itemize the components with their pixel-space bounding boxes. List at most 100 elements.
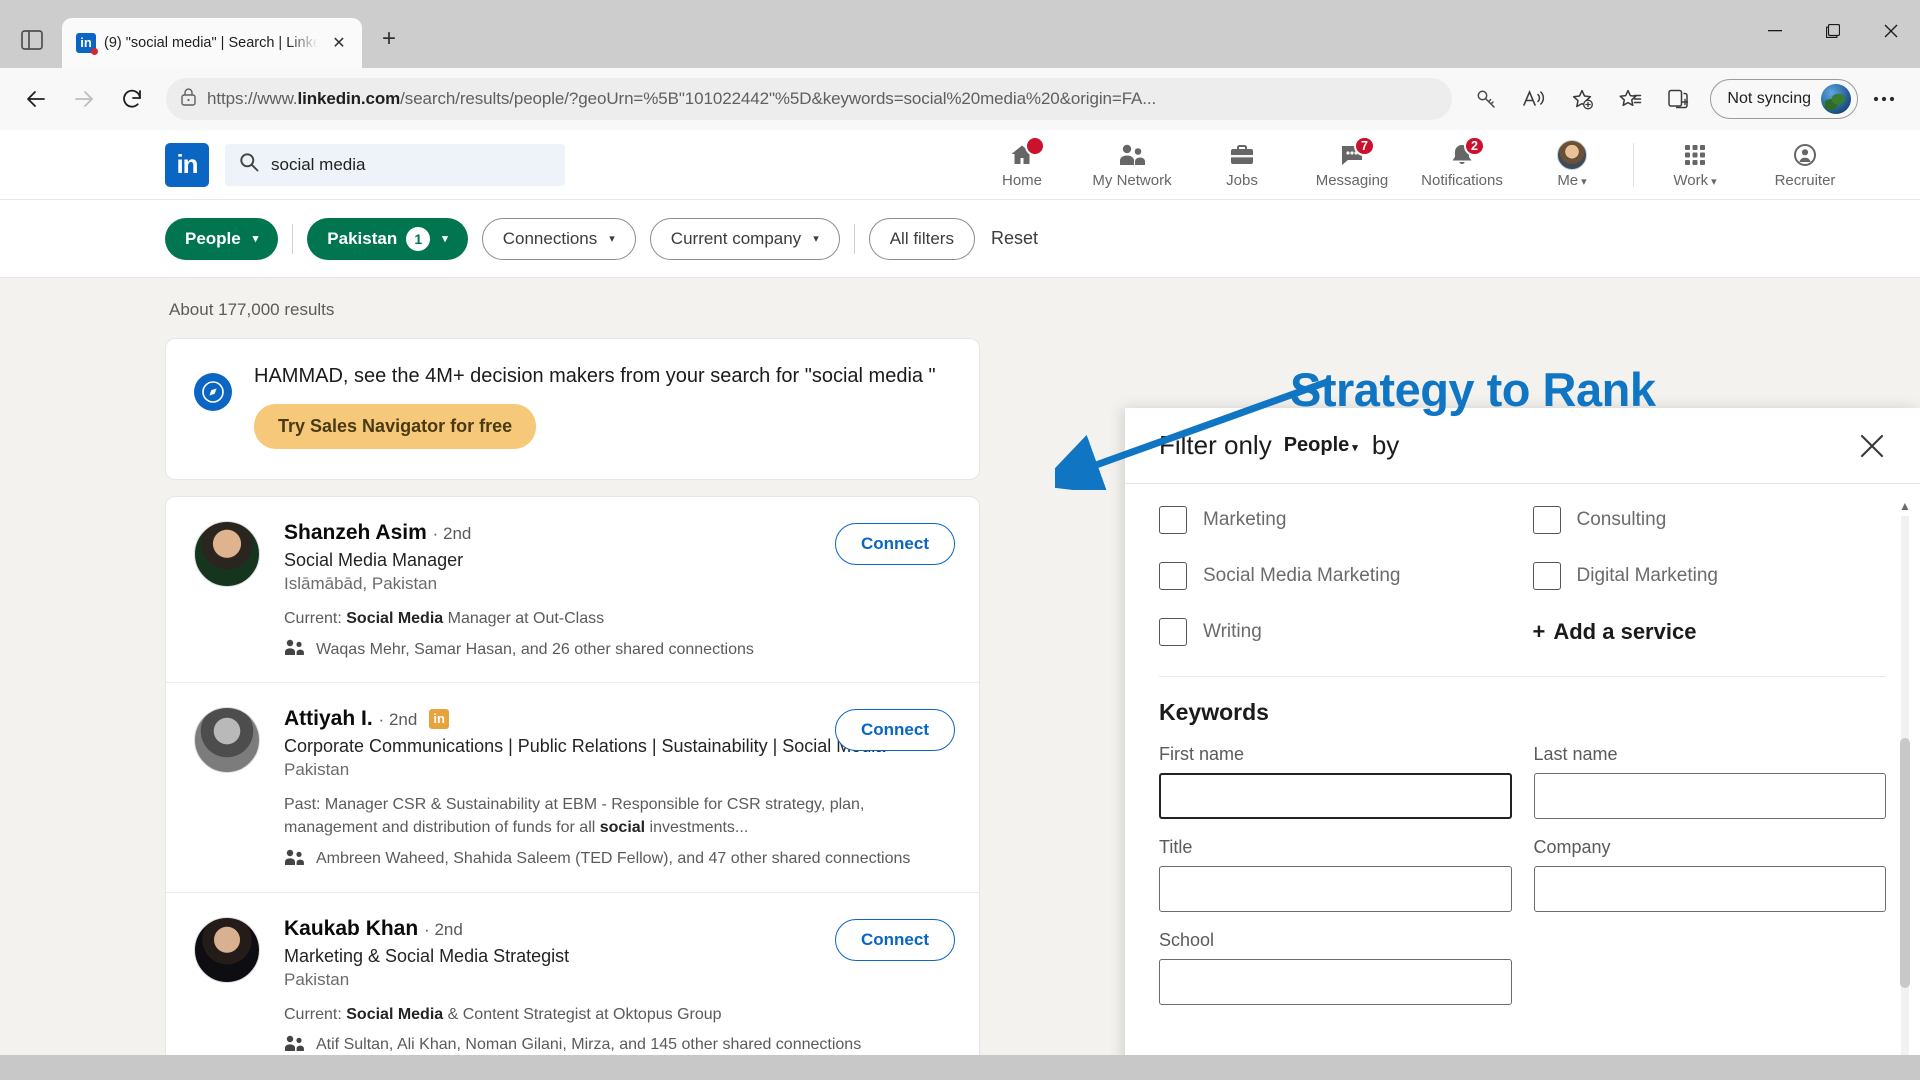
- checkbox-marketing[interactable]: Marketing: [1159, 506, 1513, 534]
- checkbox-digital-marketing[interactable]: Digital Marketing: [1532, 562, 1887, 590]
- title-input[interactable]: [1159, 866, 1512, 912]
- browser-tab[interactable]: in (9) "social media" | Search | Linke ✕: [62, 18, 362, 68]
- maximize-button[interactable]: [1804, 0, 1862, 62]
- avatar[interactable]: [194, 707, 260, 774]
- add-service-label: Add a service: [1553, 619, 1697, 644]
- linkedin-global-nav: in Home: [0, 130, 1920, 200]
- filter-pill-current-company[interactable]: Current company ▾: [649, 217, 840, 260]
- nav-item-recruiter[interactable]: Recruiter: [1750, 130, 1860, 200]
- checkbox-consulting[interactable]: Consulting: [1532, 506, 1887, 534]
- connect-button[interactable]: Connect: [835, 709, 955, 752]
- new-tab-button[interactable]: +: [372, 22, 406, 56]
- search-input[interactable]: [271, 154, 551, 175]
- nav-item-me[interactable]: Me ▾: [1517, 130, 1627, 200]
- nav-label: My Network: [1092, 171, 1172, 189]
- checkbox-social-media-marketing[interactable]: Social Media Marketing: [1159, 562, 1513, 590]
- chevron-down-icon: ▾: [1352, 442, 1358, 454]
- avatar[interactable]: [194, 521, 260, 587]
- key-icon[interactable]: [1464, 77, 1508, 121]
- nav-label: Work ▾: [1673, 171, 1717, 189]
- scrollbar-thumb[interactable]: [1900, 738, 1910, 988]
- add-favorite-icon[interactable]: [1560, 77, 1604, 121]
- reset-filters-link[interactable]: Reset: [991, 228, 1038, 249]
- shared-connections: Waqas Mehr, Samar Hasan, and 26 other sh…: [284, 639, 951, 660]
- tab-title: (9) "social media" | Search | Linke: [104, 35, 318, 51]
- chevron-down-icon: ▾: [1711, 175, 1717, 188]
- profile-sync-button[interactable]: Not syncing: [1710, 79, 1858, 119]
- nav-item-home[interactable]: Home: [967, 130, 1077, 200]
- search-icon: [239, 152, 259, 177]
- avatar[interactable]: [194, 916, 260, 983]
- company-input[interactable]: [1533, 866, 1886, 912]
- scroll-up-arrow[interactable]: ▲: [1898, 498, 1912, 514]
- person-detail: Past: Manager CSR & Sustainability at EB…: [284, 796, 865, 837]
- chevron-down-icon: ▾: [609, 233, 615, 245]
- linkedin-search-box[interactable]: [225, 143, 565, 186]
- linkedin-logo[interactable]: in: [165, 142, 209, 187]
- nav-label: Me ▾: [1557, 171, 1587, 189]
- filter-pill-people[interactable]: People ▾: [165, 217, 279, 260]
- close-tab-icon[interactable]: ✕: [326, 30, 352, 56]
- favorites-icon[interactable]: [1608, 77, 1652, 121]
- address-bar[interactable]: https://www.linkedin.com/search/results/…: [166, 78, 1453, 120]
- checkbox-icon[interactable]: [1159, 562, 1187, 590]
- connect-button[interactable]: Connect: [835, 523, 955, 565]
- chevron-down-icon: ▾: [813, 233, 819, 245]
- checkbox-icon[interactable]: [1532, 562, 1561, 590]
- nav-divider: [1633, 142, 1634, 187]
- home-badge: [1025, 135, 1045, 156]
- compass-icon: [194, 373, 232, 411]
- page-viewport: in Home: [0, 130, 1920, 1055]
- nav-item-notifications[interactable]: 2 Notifications: [1407, 130, 1517, 200]
- collections-icon[interactable]: [1656, 77, 1700, 121]
- reload-icon[interactable]: [110, 77, 154, 121]
- minimize-button[interactable]: [1746, 0, 1804, 62]
- filter-pill-location[interactable]: Pakistan 1 ▾: [307, 217, 468, 260]
- add-a-service-button[interactable]: + Add a service: [1533, 618, 1887, 646]
- filter-panel-title-suffix: by: [1371, 430, 1400, 460]
- shared-connections-text: Waqas Mehr, Samar Hasan, and 26 other sh…: [316, 640, 754, 658]
- filter-pill-connections[interactable]: Connections ▾: [481, 217, 636, 260]
- table-row[interactable]: Shanzeh Asim · 2nd Social Media Manager …: [166, 497, 979, 684]
- table-row[interactable]: Kaukab Khan · 2nd Marketing & Social Med…: [166, 893, 979, 1055]
- avatar-icon: [1557, 139, 1587, 170]
- close-icon[interactable]: [1852, 426, 1892, 466]
- back-icon[interactable]: [14, 77, 58, 121]
- checkbox-icon[interactable]: [1159, 506, 1187, 534]
- try-sales-navigator-button[interactable]: Try Sales Navigator for free: [254, 404, 537, 449]
- first-name-input[interactable]: [1159, 773, 1512, 819]
- table-row[interactable]: Attiyah I. · 2nd in Corporate Communicat…: [166, 683, 979, 893]
- checkbox-writing[interactable]: Writing: [1159, 618, 1513, 646]
- section-divider: [1159, 676, 1886, 677]
- checkbox-icon[interactable]: [1159, 618, 1187, 646]
- checkbox-icon[interactable]: [1532, 506, 1561, 534]
- last-name-input[interactable]: [1533, 773, 1886, 819]
- nav-item-my-network[interactable]: My Network: [1077, 130, 1187, 200]
- school-input[interactable]: [1159, 959, 1512, 1005]
- nav-label: Home: [1001, 171, 1042, 189]
- field-label: School: [1159, 930, 1215, 950]
- nav-item-jobs[interactable]: Jobs: [1187, 130, 1297, 200]
- nav-label: Messaging: [1315, 171, 1389, 189]
- promo-text: HAMMAD, see the 4M+ decision makers from…: [254, 365, 936, 387]
- nav-item-work[interactable]: Work ▾: [1640, 130, 1750, 200]
- message-icon: 7: [1339, 135, 1375, 169]
- keywords-fields-grid: First name Last name Title Company Schoo…: [1159, 744, 1886, 1005]
- notifications-badge: 2: [1464, 135, 1485, 156]
- panel-scrollbar[interactable]: ▲ ▼: [1898, 498, 1912, 1055]
- nav-item-messaging[interactable]: 7 Messaging: [1297, 130, 1407, 200]
- connect-button[interactable]: Connect: [835, 918, 955, 961]
- checkbox-label: Marketing: [1203, 509, 1287, 530]
- all-filters-button[interactable]: All filters: [868, 217, 975, 260]
- field-label: Last name: [1533, 744, 1618, 764]
- filter-entity-dropdown[interactable]: People ▾: [1284, 434, 1358, 457]
- forward-icon[interactable]: [62, 77, 106, 121]
- read-aloud-icon[interactable]: [1512, 77, 1556, 121]
- browser-settings-icon[interactable]: [1862, 77, 1906, 121]
- promo-content: HAMMAD, see the 4M+ decision makers from…: [254, 365, 936, 449]
- close-window-button[interactable]: [1862, 0, 1920, 62]
- recruiter-icon: [1792, 141, 1818, 169]
- shared-connections-icon: [284, 849, 306, 870]
- tab-list-icon[interactable]: [10, 18, 54, 62]
- filter-panel-scroll-area: Marketing Consulting Social Media Market…: [1125, 484, 1920, 1055]
